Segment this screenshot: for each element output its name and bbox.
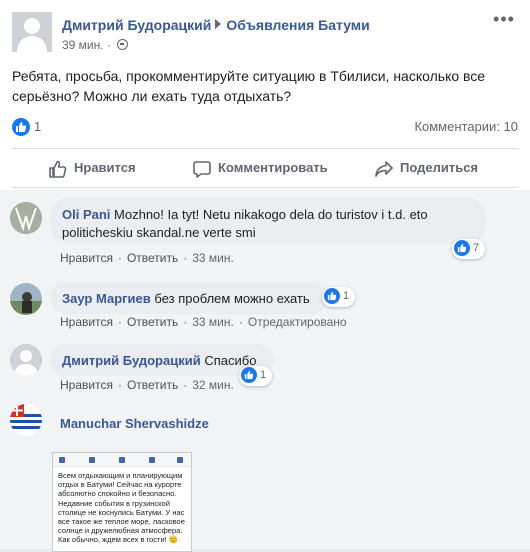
comment-time[interactable]: 33 мин. — [192, 251, 234, 265]
comment-text: без проблем можно ехать — [154, 291, 310, 306]
share-button-label: Поделиться — [400, 160, 479, 175]
comment-edited[interactable]: Отредактировано — [248, 315, 347, 329]
comment-text-line2: politicheskiu skandal.ne verte smi — [62, 225, 256, 240]
reactions-count[interactable]: 1 — [34, 119, 41, 134]
commenter-avatar[interactable] — [10, 344, 42, 376]
comment-image[interactable]: Всем отдыхающим и планирующим отдых в Ба… — [52, 452, 192, 552]
thumbs-up-icon — [49, 160, 67, 178]
comment-reply-link[interactable]: Ответить — [127, 315, 178, 329]
post-text: Ребята, просьба, прокомментируйте ситуац… — [12, 68, 486, 104]
reaction-number: 1 — [343, 290, 350, 302]
comment-bubble: Oli Pani Mozhno! Ia tyt! Netu nikakogo d… — [50, 198, 486, 244]
comment-author[interactable]: Дмитрий Будорацкий — [62, 353, 201, 368]
like-icon — [454, 240, 470, 256]
like-button-label: Нравится — [74, 160, 136, 175]
comment-reply-link[interactable]: Ответить — [127, 378, 178, 392]
share-button[interactable]: Поделиться — [374, 149, 494, 187]
comment-reaction-count[interactable]: 7 — [452, 239, 486, 259]
comment-icon — [193, 161, 211, 178]
comment-time[interactable]: 33 мин. — [192, 315, 234, 329]
post-card: Дмитрий Будорацкий Объявления Батуми 39 м… — [0, 0, 530, 552]
comment-button-label: Комментировать — [218, 160, 328, 175]
triangle-right-icon — [215, 19, 222, 29]
comments-count[interactable]: Комментарии: 10 — [414, 119, 518, 134]
comments-section: Oli Pani Mozhno! Ia tyt! Netu nikakogo d… — [0, 190, 530, 552]
post-action-bar: Нравится Комментировать Поделиться — [12, 148, 518, 188]
like-button[interactable]: Нравится — [48, 149, 168, 187]
author-line: Дмитрий Будорацкий Объявления Батуми — [62, 17, 370, 33]
like-icon — [241, 367, 257, 383]
reaction-number: 1 — [260, 369, 267, 381]
commenter-avatar[interactable] — [10, 202, 42, 234]
comment-reaction-count[interactable]: 1 — [322, 287, 356, 307]
comment-actions: Нравится · Ответить · 33 мин. — [60, 251, 234, 265]
reactions-row: 1 Комментарии: 10 — [12, 116, 518, 138]
reaction-number: 7 — [473, 242, 480, 254]
comment-reaction-count[interactable]: 1 — [239, 366, 273, 386]
comment-time[interactable]: 32 мин. — [192, 378, 234, 392]
image-app-bar — [53, 453, 191, 467]
comment-text-line1: Mozhno! Ia tyt! Netu nikakogo dela do tu… — [114, 207, 428, 222]
image-text: Всем отдыхающим и планирующим отдых в Ба… — [58, 471, 185, 545]
comment-actions: Нравится · Ответить · 32 мин. — [60, 378, 234, 392]
comment-like-link[interactable]: Нравится — [60, 315, 113, 329]
more-options-icon[interactable]: ••• — [490, 10, 518, 34]
like-icon — [324, 288, 340, 304]
comment-reply-link[interactable]: Ответить — [127, 251, 178, 265]
comment-author[interactable]: Manuchar Shervashidze — [60, 416, 209, 431]
comment-like-link[interactable]: Нравится — [60, 378, 113, 392]
commenter-avatar[interactable] — [10, 404, 42, 436]
author-name[interactable]: Дмитрий Будорацкий — [62, 17, 211, 33]
author-avatar[interactable] — [12, 12, 52, 52]
comment-author[interactable]: Заур Маргиев — [62, 291, 151, 306]
comment-button[interactable]: Комментировать — [192, 149, 352, 187]
group-name[interactable]: Объявления Батуми — [226, 17, 369, 33]
comment-bubble: Заур Маргиев без проблем можно ехать — [50, 282, 328, 314]
share-icon — [375, 161, 393, 177]
post-header: Дмитрий Будорацкий Объявления Батуми 39 м… — [12, 10, 518, 58]
comment-author[interactable]: Oli Pani — [62, 207, 110, 222]
like-reaction-icon[interactable] — [12, 118, 30, 136]
post-time[interactable]: 39 мин. — [62, 38, 104, 52]
post-meta: 39 мин. · — [62, 38, 129, 52]
comment-like-link[interactable]: Нравится — [60, 251, 113, 265]
globe-icon — [117, 39, 129, 50]
commenter-avatar[interactable] — [10, 283, 42, 315]
comment-actions: Нравится · Ответить · 33 мин. · Отредактирован… — [60, 315, 347, 329]
